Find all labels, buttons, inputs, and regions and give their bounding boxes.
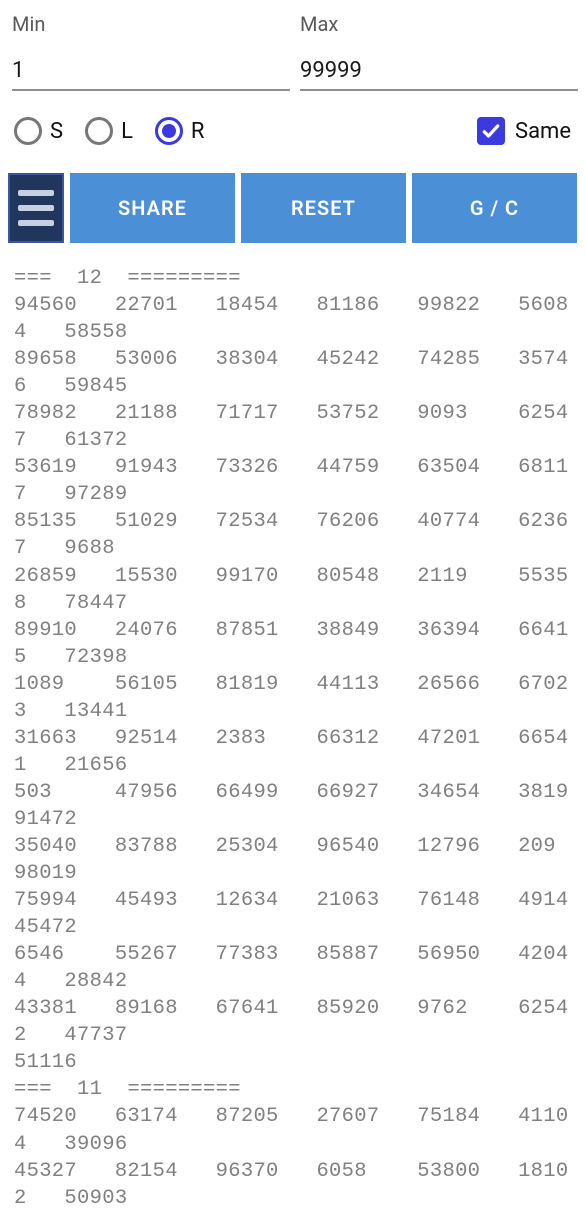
radio-s-label: S	[50, 119, 63, 144]
checkbox-same-icon	[477, 117, 505, 145]
radio-r[interactable]: R	[155, 117, 205, 145]
output-display: === 12 ========= 94560 22701 18454 81186…	[0, 243, 585, 1212]
radio-s-icon	[14, 117, 42, 145]
min-input[interactable]	[12, 54, 290, 91]
menu-icon	[18, 190, 54, 226]
radio-l[interactable]: L	[85, 117, 133, 145]
checkbox-same-label: Same	[515, 119, 571, 144]
radio-l-icon	[85, 117, 113, 145]
reset-button[interactable]: RESET	[241, 173, 406, 243]
gc-button[interactable]: G / C	[412, 173, 577, 243]
radio-r-label: R	[191, 119, 205, 144]
max-label: Max	[300, 12, 578, 36]
checkbox-same[interactable]: Same	[477, 117, 571, 145]
menu-button[interactable]	[8, 173, 64, 243]
radio-s[interactable]: S	[14, 117, 63, 145]
radio-l-label: L	[121, 119, 133, 144]
min-label: Min	[12, 12, 290, 36]
max-input[interactable]	[300, 54, 578, 91]
share-button[interactable]: SHARE	[70, 173, 235, 243]
radio-r-icon	[155, 117, 183, 145]
